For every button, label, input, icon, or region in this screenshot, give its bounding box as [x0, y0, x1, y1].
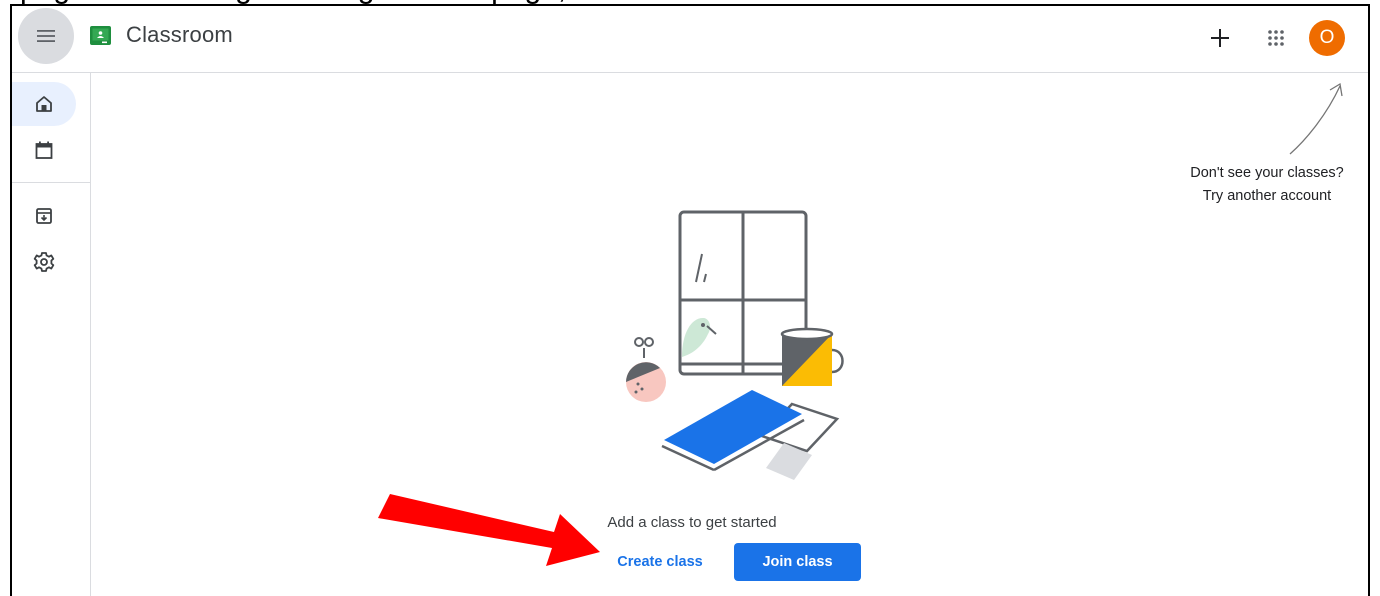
sidebar-item-home[interactable]	[12, 82, 76, 126]
empty-state-illustration	[626, 210, 844, 480]
archive-icon	[36, 208, 52, 224]
top-app-bar: Classroom O	[12, 6, 1368, 73]
join-class-button[interactable]: Join class	[734, 543, 861, 581]
account-avatar[interactable]: O	[1309, 20, 1345, 56]
hint-arrow-drawing	[1289, 82, 1343, 155]
gear-icon	[33, 252, 55, 272]
try-another-account-link[interactable]: Try another account	[1162, 185, 1368, 208]
hint-line-1: Don't see your classes?	[1190, 165, 1344, 181]
browser-viewport: Classroom O Don't see your classes? Try …	[10, 4, 1370, 596]
red-annotation-arrow	[378, 494, 600, 566]
main-menu-button[interactable]	[18, 8, 74, 64]
create-class-button[interactable]: Create class	[604, 543, 716, 581]
plus-icon	[1211, 29, 1229, 47]
create-or-join-button[interactable]	[1202, 20, 1238, 56]
sidebar-item-archived[interactable]	[12, 194, 76, 238]
home-icon	[36, 96, 52, 112]
sidebar-item-settings[interactable]	[12, 240, 76, 284]
classroom-logo-icon[interactable]	[90, 26, 111, 45]
empty-state-message: Add a class to get started	[607, 514, 777, 531]
account-hint: Don't see your classes? Try another acco…	[1162, 162, 1368, 208]
app-title[interactable]: Classroom	[126, 22, 233, 48]
sidebar-divider	[12, 182, 90, 183]
google-apps-button[interactable]	[1258, 20, 1294, 56]
calendar-icon	[35, 141, 53, 159]
hamburger-menu-icon	[37, 30, 55, 42]
apps-grid-icon	[1268, 30, 1284, 46]
sidebar-item-calendar[interactable]	[12, 128, 76, 172]
